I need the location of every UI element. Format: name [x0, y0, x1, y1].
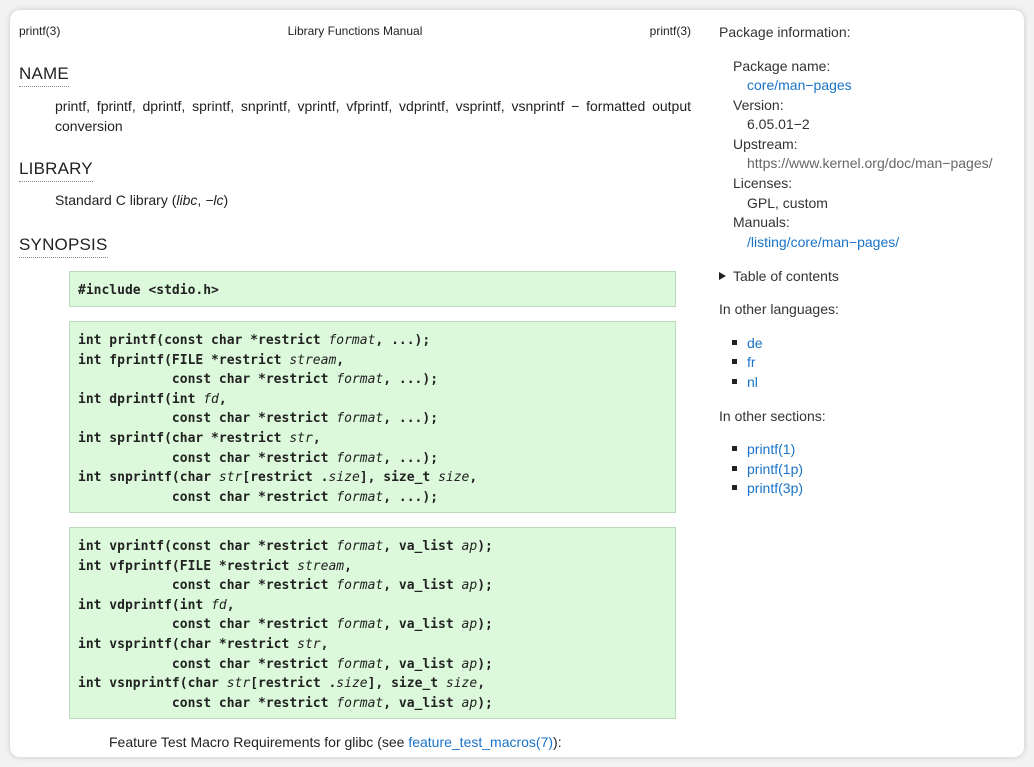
section-link-printf-3p[interactable]: printf(3p) — [747, 480, 803, 496]
section-link-printf-1p[interactable]: printf(1p) — [747, 461, 803, 477]
feature-test-macro-line: Feature Test Macro Requirements for glib… — [109, 734, 562, 750]
licenses-value: GPL, custom — [747, 195, 828, 211]
toc-label: Table of contents — [733, 268, 839, 284]
name-description: printf, fprintf, dprintf, sprintf, snpri… — [55, 98, 691, 134]
other-sections-title: In other sections: — [719, 408, 826, 424]
table-of-contents-toggle[interactable]: Table of contents — [719, 268, 839, 284]
bullet-icon — [732, 446, 737, 451]
include-line: #include <stdio.h> — [78, 283, 219, 298]
section-heading-synopsis: SYNOPSIS — [19, 235, 108, 258]
feature-test-macros-link[interactable]: feature_test_macros(7) — [408, 734, 553, 750]
language-link-fr[interactable]: fr — [747, 354, 756, 370]
header-title: Library Functions Manual — [287, 24, 423, 38]
upstream-value: https://www.kernel.org/doc/man−pages/ — [747, 155, 993, 171]
bullet-icon — [732, 359, 737, 364]
licenses-label: Licenses: — [733, 175, 793, 191]
vprintf-prototypes-block: int vprintf(const char *restrict format,… — [69, 527, 676, 719]
upstream-label: Upstream: — [733, 136, 798, 152]
disclosure-triangle-icon — [719, 272, 726, 280]
version-label: Version: — [733, 97, 784, 113]
section-link-printf-1[interactable]: printf(1) — [747, 441, 795, 457]
language-link-de[interactable]: de — [747, 335, 763, 351]
bullet-icon — [732, 340, 737, 345]
package-name-label: Package name: — [733, 58, 831, 74]
include-code-block: #include <stdio.h> — [69, 271, 676, 307]
header-right: printf(3) — [649, 24, 691, 38]
bullet-icon — [732, 379, 737, 384]
library-description: Standard C library (libc, −lc) — [55, 192, 229, 208]
version-value: 6.05.01−2 — [747, 116, 810, 132]
bullet-icon — [732, 485, 737, 490]
manuals-label: Manuals: — [733, 214, 790, 230]
section-heading-name: NAME — [19, 64, 69, 87]
manuals-link[interactable]: /listing/core/man−pages/ — [747, 234, 899, 250]
printf-prototypes-block: int printf(const char *restrict format, … — [69, 321, 676, 513]
bullet-icon — [732, 466, 737, 471]
package-info-title: Package information: — [719, 24, 851, 40]
section-heading-library: LIBRARY — [19, 159, 93, 182]
other-languages-title: In other languages: — [719, 301, 839, 317]
package-name-link[interactable]: core/man−pages — [747, 77, 852, 93]
browser-window: printf(3) Library Functions Manual print… — [10, 10, 1024, 757]
language-link-nl[interactable]: nl — [747, 374, 758, 390]
